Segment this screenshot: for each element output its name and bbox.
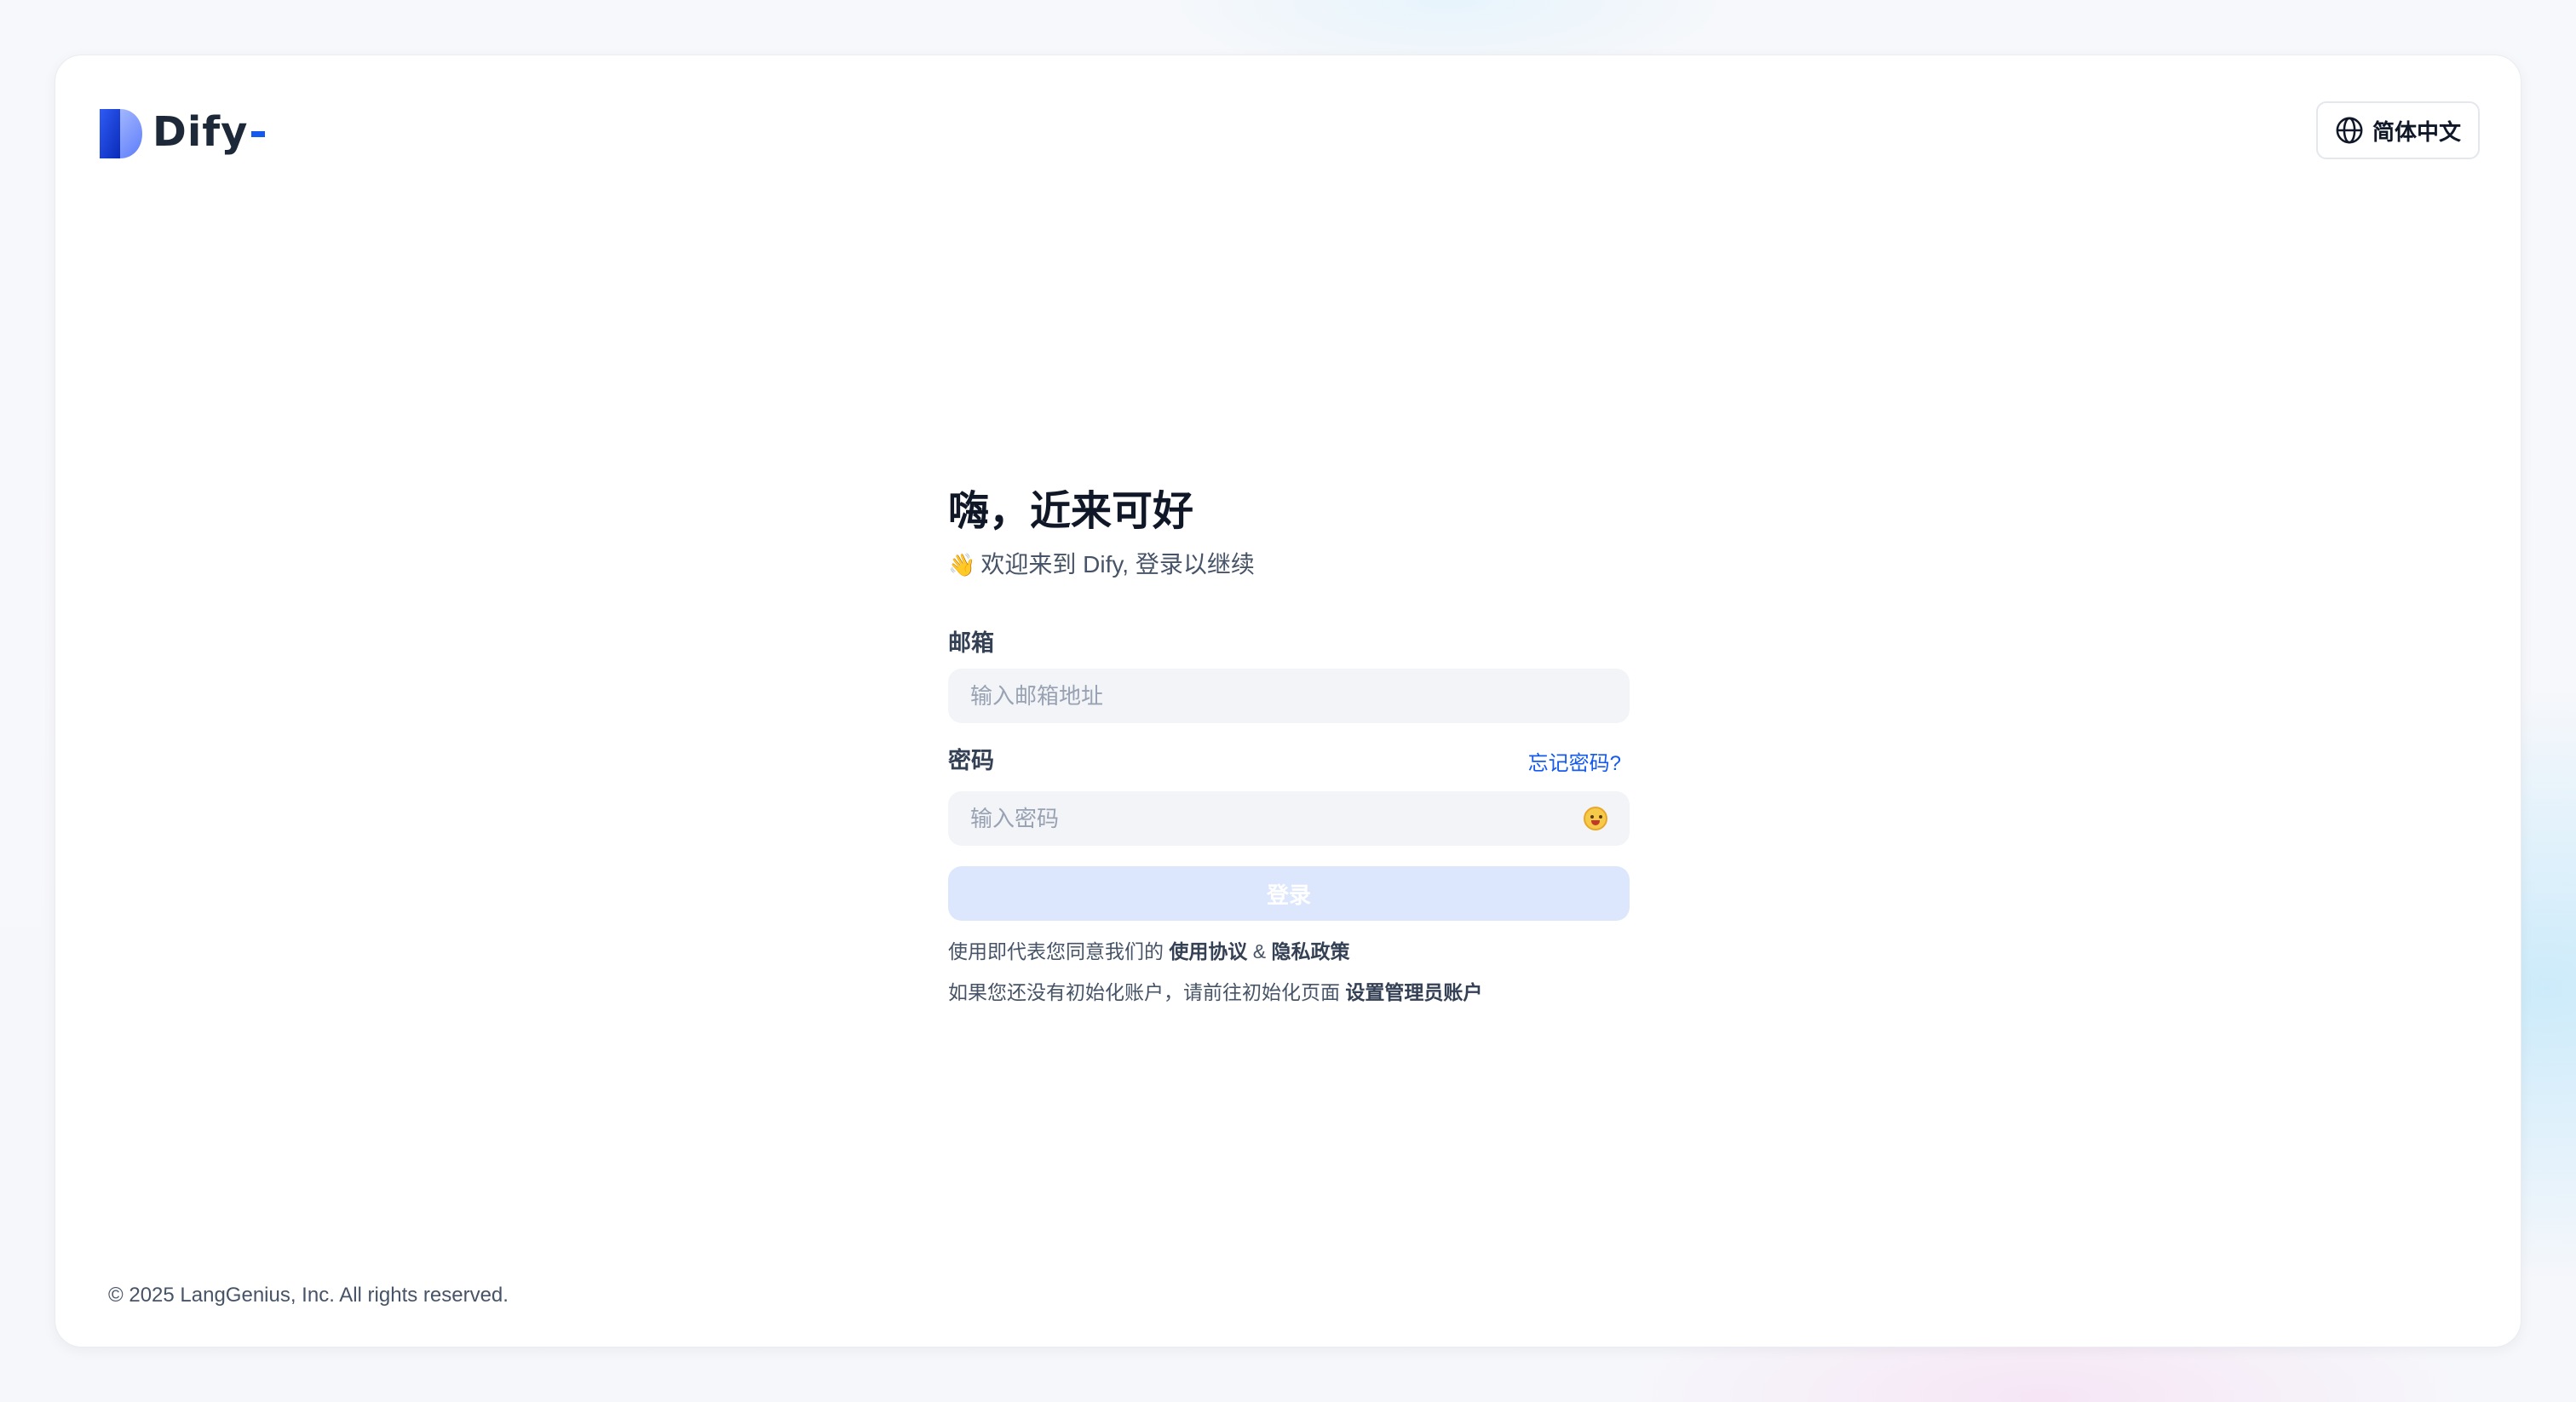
language-label: 简体中文 bbox=[2372, 118, 2461, 145]
init-prefix: 如果您还没有初始化账户，请前往初始化页面 bbox=[948, 981, 1340, 1003]
password-label-row: 密码 忘记密码? bbox=[948, 744, 1630, 778]
init-notice: 如果您还没有初始化账户，请前往初始化页面 设置管理员账户 bbox=[948, 977, 1630, 1008]
password-label: 密码 bbox=[948, 748, 994, 773]
login-button[interactable]: 登录 bbox=[948, 866, 1630, 921]
waving-hand-icon: 👋 bbox=[948, 552, 976, 577]
brand-dot bbox=[251, 130, 266, 137]
password-field-wrapper bbox=[948, 791, 1630, 846]
login-card: Dify 简体中文 嗨，近来可好 👋 欢迎来到 Dify, 登录以继续 邮箱 密… bbox=[55, 55, 2521, 1347]
dify-logo: Dify bbox=[100, 106, 266, 161]
emoji-toggle-icon[interactable] bbox=[1584, 807, 1607, 830]
globe-icon bbox=[2336, 117, 2363, 144]
setup-admin-link[interactable]: 设置管理员账户 bbox=[1345, 981, 1482, 1003]
privacy-policy-link[interactable]: 隐私政策 bbox=[1272, 940, 1350, 962]
terms-of-service-link[interactable]: 使用协议 bbox=[1169, 940, 1247, 962]
copyright-footer: © 2025 LangGenius, Inc. All rights reser… bbox=[108, 1284, 509, 1307]
page-subtitle: 👋 欢迎来到 Dify, 登录以继续 bbox=[948, 548, 1630, 582]
subtitle-text: 欢迎来到 Dify, 登录以继续 bbox=[980, 551, 1255, 577]
language-selector-button[interactable]: 简体中文 bbox=[2315, 101, 2480, 159]
forgot-password-link[interactable]: 忘记密码? bbox=[1528, 746, 1630, 776]
terms-prefix: 使用即代表您同意我们的 bbox=[948, 940, 1164, 962]
terms-and: & bbox=[1252, 940, 1267, 962]
login-form: 嗨，近来可好 👋 欢迎来到 Dify, 登录以继续 邮箱 密码 忘记密码? 登录… bbox=[948, 485, 1630, 1008]
dify-logo-icon bbox=[100, 109, 142, 158]
terms-notice: 使用即代表您同意我们的 使用协议 & 隐私政策 bbox=[948, 936, 1630, 967]
brand-name: Dify bbox=[152, 108, 249, 156]
email-label: 邮箱 bbox=[948, 630, 994, 656]
password-input[interactable] bbox=[948, 791, 1630, 846]
page-title: 嗨，近来可好 bbox=[948, 489, 1194, 534]
email-input[interactable] bbox=[948, 669, 1630, 723]
